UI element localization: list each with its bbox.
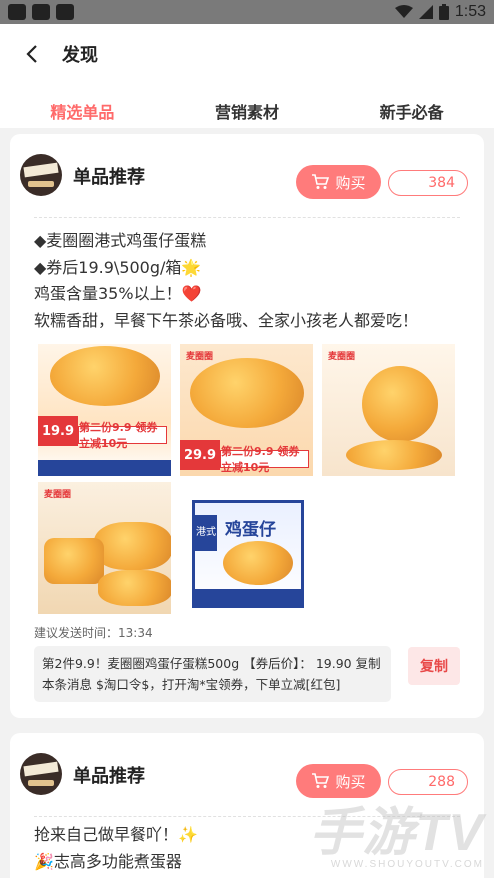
product-image[interactable]: 麦圈圈 29.9 第二份9.9 领券立减10元 — [180, 344, 313, 476]
brand-logo: 麦圈圈 — [328, 352, 356, 362]
battery-icon — [438, 4, 449, 20]
copy-button[interactable]: 复制 — [408, 647, 460, 685]
product-card: 单品推荐 购买 384 ◆麦圈圈港式鸡蛋仔蛋糕 ◆券后19.9\500g/箱🌟 … — [10, 134, 484, 718]
product-description: 抢来自己做早餐吖！✨ 🎉志高多功能煮蛋器 — [34, 822, 198, 875]
product-card: 单品推荐 购买 288 抢来自己做早餐吖！✨ 🎉志高多功能煮蛋器 — [10, 733, 484, 878]
product-image[interactable]: 麦圈圈 — [322, 344, 455, 476]
desc-line: ◆券后19.9\500g/箱🌟 — [34, 257, 202, 277]
cellular-icon — [418, 5, 433, 19]
notification-icon — [8, 4, 26, 20]
card-header: 单品推荐 购买 384 — [10, 134, 484, 210]
divider — [34, 816, 460, 817]
copy-text: 第2件9.9！麦圈圈鸡蛋仔蛋糕500g 【券后价】： 19.90 复制本条消息 … — [34, 646, 391, 702]
notification-icons — [8, 4, 74, 20]
price-tag: 29.9 — [180, 440, 220, 470]
buy-button[interactable]: 购买 — [296, 764, 381, 798]
price-tag: 19.9 — [38, 416, 78, 446]
buy-label: 购买 — [335, 772, 366, 791]
avatar — [20, 154, 62, 196]
card-title: 单品推荐 — [73, 167, 145, 188]
product-image[interactable]: 麦圈圈 — [38, 482, 171, 614]
notification-icon — [32, 4, 50, 20]
avatar — [20, 753, 62, 795]
cart-icon — [312, 174, 330, 189]
share-count[interactable]: 288 — [388, 769, 468, 795]
back-arrow-icon[interactable] — [20, 42, 44, 66]
tab-bar: 精选单品 营销素材 新手必备 — [0, 84, 494, 128]
buy-button[interactable]: 购买 — [296, 165, 381, 199]
desc-line: 软糯香甜，早餐下午茶必备哦、全家小孩老人都爱吃！ — [34, 310, 419, 330]
page-title: 发现 — [62, 45, 98, 66]
suggest-time: 建议发送时间：13:34 — [34, 626, 153, 640]
product-image[interactable]: 19.9 第二份9.9 领券立减10元 — [38, 344, 171, 476]
cart-icon — [312, 773, 330, 788]
tab-marketing[interactable]: 营销素材 — [172, 89, 322, 123]
buy-label: 购买 — [335, 173, 366, 192]
desc-line: 🎉志高多功能煮蛋器 — [34, 851, 182, 871]
notification-icon — [56, 4, 74, 20]
divider — [34, 217, 460, 218]
status-bar: 1:53 — [0, 0, 494, 24]
tab-featured[interactable]: 精选单品 — [7, 89, 157, 123]
brand-logo: 麦圈圈 — [186, 352, 214, 362]
card-header: 单品推荐 购买 288 — [10, 733, 484, 809]
status-time: 1:53 — [454, 3, 486, 20]
app-bar: 发现 — [0, 24, 494, 84]
share-count[interactable]: 384 — [388, 170, 468, 196]
product-image[interactable]: 港式 鸡蛋仔 — [180, 482, 313, 614]
package-title: 鸡蛋仔 — [225, 520, 276, 540]
promo-label: 第二份9.9 领券立减10元 — [78, 421, 167, 450]
package-side-label: 港式 — [195, 515, 217, 551]
promo-label: 第二份9.9 领券立减10元 — [220, 445, 309, 474]
desc-line: ◆麦圈圈港式鸡蛋仔蛋糕 — [34, 231, 207, 250]
desc-line: 鸡蛋含量35%以上！❤️ — [34, 284, 202, 303]
tab-beginner[interactable]: 新手必备 — [337, 89, 487, 123]
product-description: ◆麦圈圈港式鸡蛋仔蛋糕 ◆券后19.9\500g/箱🌟 鸡蛋含量35%以上！❤️… — [34, 228, 418, 334]
card-title: 单品推荐 — [73, 766, 145, 787]
wifi-icon — [394, 5, 413, 18]
desc-line: 抢来自己做早餐吖！✨ — [34, 825, 198, 844]
brand-logo: 麦圈圈 — [44, 490, 72, 500]
